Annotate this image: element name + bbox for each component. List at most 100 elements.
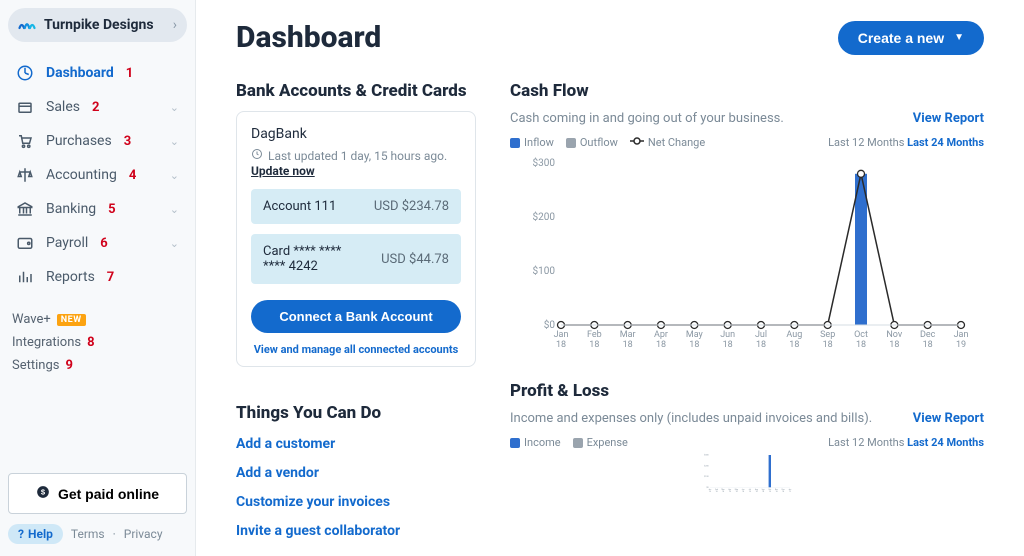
- profitloss-chart: $0$100$200$300Jan18Feb18Mar18Apr18May18J…: [510, 453, 984, 493]
- svg-text:18: 18: [623, 340, 633, 350]
- sidebar-item-dashboard[interactable]: Dashboard 1: [4, 56, 191, 90]
- legend-expense: Expense: [573, 436, 628, 449]
- svg-text:Jul: Jul: [749, 489, 752, 491]
- svg-text:Mar: Mar: [620, 330, 636, 340]
- svg-text:18: 18: [722, 491, 724, 493]
- chevron-right-icon: ›: [173, 17, 177, 33]
- sidebar-item-accounting[interactable]: Accounting 4 ⌄: [4, 158, 191, 192]
- svg-text:18: 18: [769, 491, 771, 493]
- account-name: Card **** **** **** 4242: [263, 244, 363, 274]
- net-marker-icon: [630, 136, 644, 149]
- account-row[interactable]: Account 111 USD $234.78: [251, 189, 461, 224]
- svg-text:Jan: Jan: [554, 330, 569, 340]
- sidebar-item-sales[interactable]: Sales 2 ⌄: [4, 90, 191, 124]
- section-title-cashflow: Cash Flow: [510, 81, 984, 101]
- link-add-vendor[interactable]: Add a vendor: [236, 465, 476, 481]
- svg-text:Jul: Jul: [755, 330, 767, 340]
- cart-icon: [16, 132, 34, 150]
- sidebar-item-purchases[interactable]: Purchases 3 ⌄: [4, 124, 191, 158]
- svg-text:$300: $300: [704, 454, 709, 457]
- svg-text:$100: $100: [704, 475, 709, 478]
- chevron-down-icon: ⌄: [170, 237, 179, 250]
- update-now-link[interactable]: Update now: [251, 164, 315, 178]
- wave-logo-icon: [18, 16, 36, 34]
- org-selector[interactable]: Turnpike Designs ›: [8, 8, 187, 42]
- svg-text:Nov: Nov: [775, 489, 778, 491]
- svg-text:Oct: Oct: [854, 330, 868, 340]
- profitloss-subtitle: Income and expenses only (includes unpai…: [510, 411, 872, 426]
- svg-text:May: May: [735, 489, 739, 491]
- svg-text:18: 18: [755, 491, 757, 493]
- cashflow-chart: $0$100$200$300Jan18Feb18Mar18Apr18May18J…: [510, 153, 984, 353]
- caret-down-icon: ▼: [954, 32, 964, 43]
- timeframe-24m[interactable]: Last 24 Months: [907, 136, 984, 149]
- svg-text:18: 18: [656, 340, 666, 350]
- nav-label: Reports: [46, 269, 95, 285]
- svg-text:Aug: Aug: [755, 489, 758, 491]
- cashflow-view-report[interactable]: View Report: [913, 111, 984, 126]
- svg-text:$200: $200: [533, 210, 556, 223]
- manage-accounts-link[interactable]: View and manage all connected accounts: [251, 343, 461, 356]
- legend-income: Income: [510, 436, 561, 449]
- chevron-down-icon: ⌄: [170, 203, 179, 216]
- svg-text:Dec: Dec: [920, 330, 936, 340]
- svg-text:Sep: Sep: [820, 330, 835, 340]
- svg-text:18: 18: [775, 491, 777, 493]
- sidebar: Turnpike Designs › Dashboard 1 Sales 2 ⌄…: [0, 0, 196, 556]
- sidebar-item-integrations[interactable]: Integrations 8: [12, 331, 183, 354]
- svg-text:18: 18: [715, 491, 717, 493]
- sidebar-item-payroll[interactable]: Payroll 6 ⌄: [4, 226, 191, 260]
- svg-text:Jun: Jun: [720, 330, 735, 340]
- svg-text:$0: $0: [706, 486, 709, 489]
- svg-text:18: 18: [789, 340, 799, 350]
- timeframe-24m[interactable]: Last 24 Months: [907, 436, 984, 449]
- profitloss-view-report[interactable]: View Report: [913, 411, 984, 426]
- svg-text:Apr: Apr: [728, 489, 731, 491]
- create-new-button[interactable]: Create a new ▼: [838, 21, 984, 55]
- nav-label: Purchases: [46, 133, 112, 149]
- cashflow-subtitle: Cash coming in and going out of your bus…: [510, 111, 784, 126]
- primary-nav: Dashboard 1 Sales 2 ⌄ Purchases 3 ⌄ Acco…: [0, 50, 195, 300]
- new-badge: NEW: [57, 314, 86, 326]
- sidebar-item-settings[interactable]: Settings 9: [12, 354, 183, 377]
- legend-outflow: Outflow: [566, 136, 618, 149]
- get-paid-button[interactable]: $ Get paid online: [8, 473, 187, 514]
- bank-icon: [16, 200, 34, 218]
- chevron-down-icon: ⌄: [170, 169, 179, 182]
- sidebar-item-banking[interactable]: Banking 5 ⌄: [4, 192, 191, 226]
- timeframe-12m[interactable]: Last 12 Months: [828, 436, 904, 449]
- svg-text:19: 19: [956, 340, 966, 350]
- nav-label: Accounting: [46, 167, 117, 183]
- svg-text:Dec: Dec: [782, 489, 785, 491]
- svg-text:Jan: Jan: [954, 330, 969, 340]
- svg-text:18: 18: [762, 491, 764, 493]
- svg-text:Apr: Apr: [654, 330, 668, 340]
- updated-text: Last updated 1 day, 15 hours ago.: [268, 149, 447, 163]
- svg-text:18: 18: [889, 340, 899, 350]
- account-name: Account 111: [263, 199, 336, 214]
- sidebar-item-waveplus[interactable]: Wave+ NEW: [12, 308, 183, 331]
- scale-icon: [16, 166, 34, 184]
- connect-bank-button[interactable]: Connect a Bank Account: [251, 300, 461, 333]
- account-row[interactable]: Card **** **** **** 4242 USD $44.78: [251, 234, 461, 284]
- legend-inflow: Inflow: [510, 136, 554, 149]
- sidebar-item-reports[interactable]: Reports 7: [4, 260, 191, 294]
- link-invite-collaborator[interactable]: Invite a guest collaborator: [236, 523, 476, 539]
- dollar-icon: $: [36, 485, 50, 502]
- timeframe-12m[interactable]: Last 12 Months: [828, 136, 904, 149]
- help-button[interactable]: ? Help: [8, 524, 63, 544]
- privacy-link[interactable]: Privacy: [124, 527, 163, 541]
- org-name: Turnpike Designs: [44, 17, 165, 33]
- bar-chart-icon: [16, 268, 34, 286]
- svg-text:May: May: [686, 330, 704, 340]
- svg-text:Sep: Sep: [762, 489, 765, 491]
- svg-text:18: 18: [782, 491, 784, 493]
- svg-text:$200: $200: [704, 464, 709, 467]
- nav-label: Dashboard: [46, 65, 114, 81]
- terms-link[interactable]: Terms: [71, 527, 105, 541]
- section-title-profitloss: Profit & Loss: [510, 381, 984, 401]
- link-customize-invoices[interactable]: Customize your invoices: [236, 494, 476, 510]
- svg-text:Nov: Nov: [886, 330, 902, 340]
- link-add-customer[interactable]: Add a customer: [236, 436, 476, 452]
- svg-text:18: 18: [689, 340, 699, 350]
